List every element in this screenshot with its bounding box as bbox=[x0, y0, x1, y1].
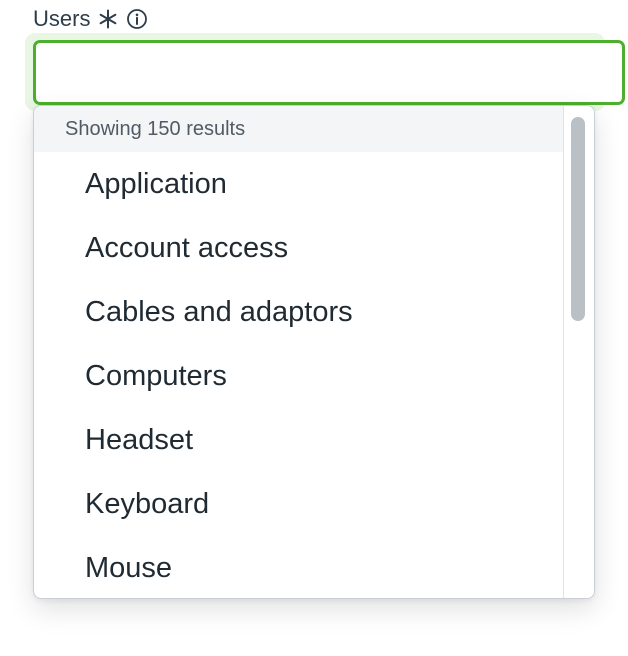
users-dropdown-listbox: Showing 150 results Application Account … bbox=[33, 105, 595, 599]
option-headset[interactable]: Headset bbox=[34, 408, 565, 472]
options-list: Application Account access Cables and ad… bbox=[34, 152, 565, 598]
field-label-row: Users bbox=[33, 6, 148, 32]
results-count: Showing 150 results bbox=[34, 106, 565, 152]
dropdown-scrollbar[interactable] bbox=[563, 106, 594, 598]
option-application[interactable]: Application bbox=[34, 152, 565, 216]
field-label: Users bbox=[33, 6, 91, 31]
option-mouse[interactable]: Mouse bbox=[34, 536, 565, 598]
users-field-page: Users Showing 150 results Application Ac… bbox=[0, 0, 628, 656]
asterisk-icon bbox=[98, 9, 118, 29]
scrollbar-thumb[interactable] bbox=[571, 117, 585, 321]
info-icon[interactable] bbox=[126, 8, 148, 30]
option-computers[interactable]: Computers bbox=[34, 344, 565, 408]
users-combobox-input[interactable] bbox=[33, 40, 625, 105]
option-cables-and-adaptors[interactable]: Cables and adaptors bbox=[34, 280, 565, 344]
option-keyboard[interactable]: Keyboard bbox=[34, 472, 565, 536]
option-account-access[interactable]: Account access bbox=[34, 216, 565, 280]
